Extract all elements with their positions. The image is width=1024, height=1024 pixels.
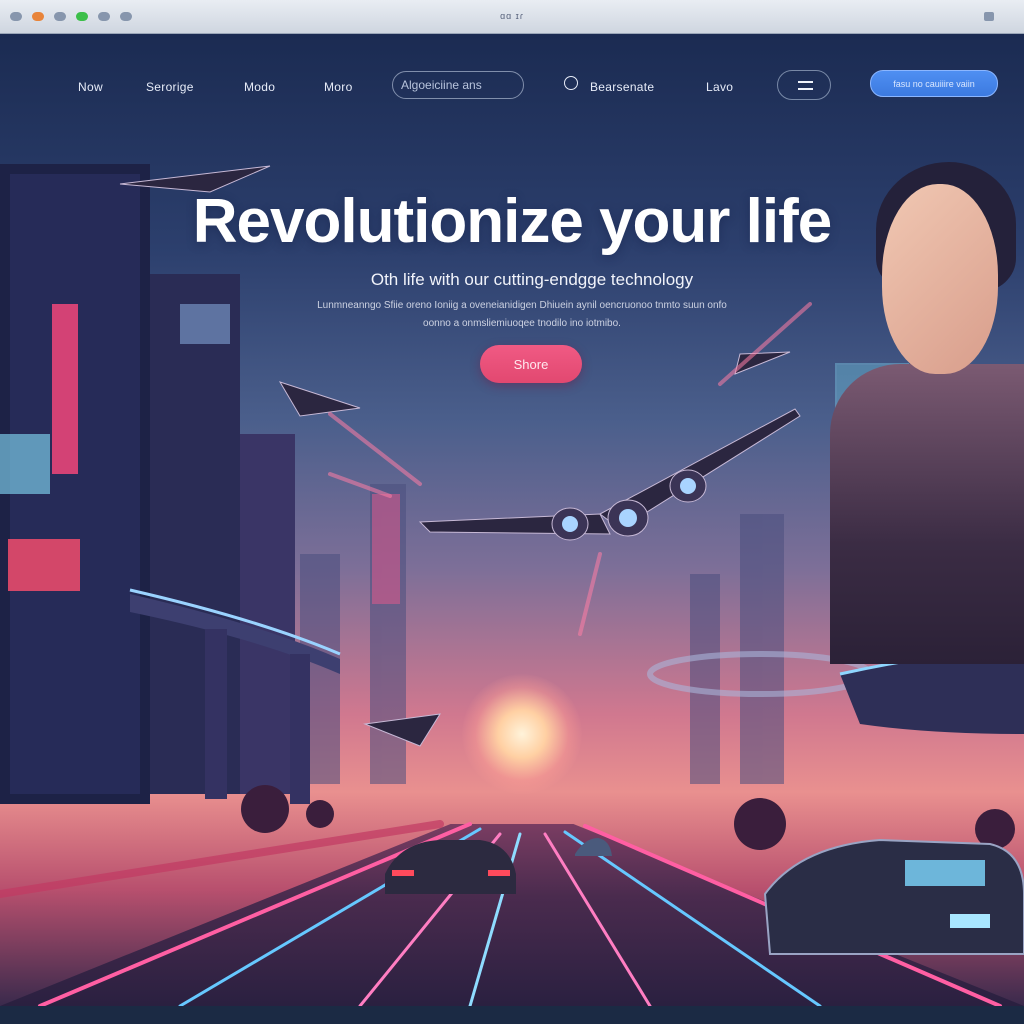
browser-title: ɑɑ ɪɾ <box>500 11 524 21</box>
nav-link-now[interactable]: Now <box>78 80 103 94</box>
city-scene-illustration <box>0 34 1024 1006</box>
nav-link-moro[interactable]: Moro <box>324 80 353 94</box>
hero-title: Revolutionize your life <box>192 187 832 256</box>
hero-description: Lunmneanngo Sfiie oreno Ioniig a oveneia… <box>317 300 727 329</box>
page-bottom-edge <box>0 1006 1024 1024</box>
top-navigation: Now Serorige Modo Moro <box>0 34 1024 104</box>
hero-subtitle: Oth life with our cutting-endgge technol… <box>370 270 694 289</box>
nav-link-serorige[interactable]: Serorige <box>146 80 194 94</box>
browser-action-icon[interactable] <box>984 12 994 21</box>
hero-cta-button[interactable]: Shore <box>480 345 582 383</box>
hero-background <box>0 34 1024 1006</box>
nav-link-modo[interactable]: Modo <box>244 80 275 94</box>
woman-figure <box>830 364 1024 664</box>
browser-toolbar: ɑɑ ɪɾ <box>0 0 1024 34</box>
